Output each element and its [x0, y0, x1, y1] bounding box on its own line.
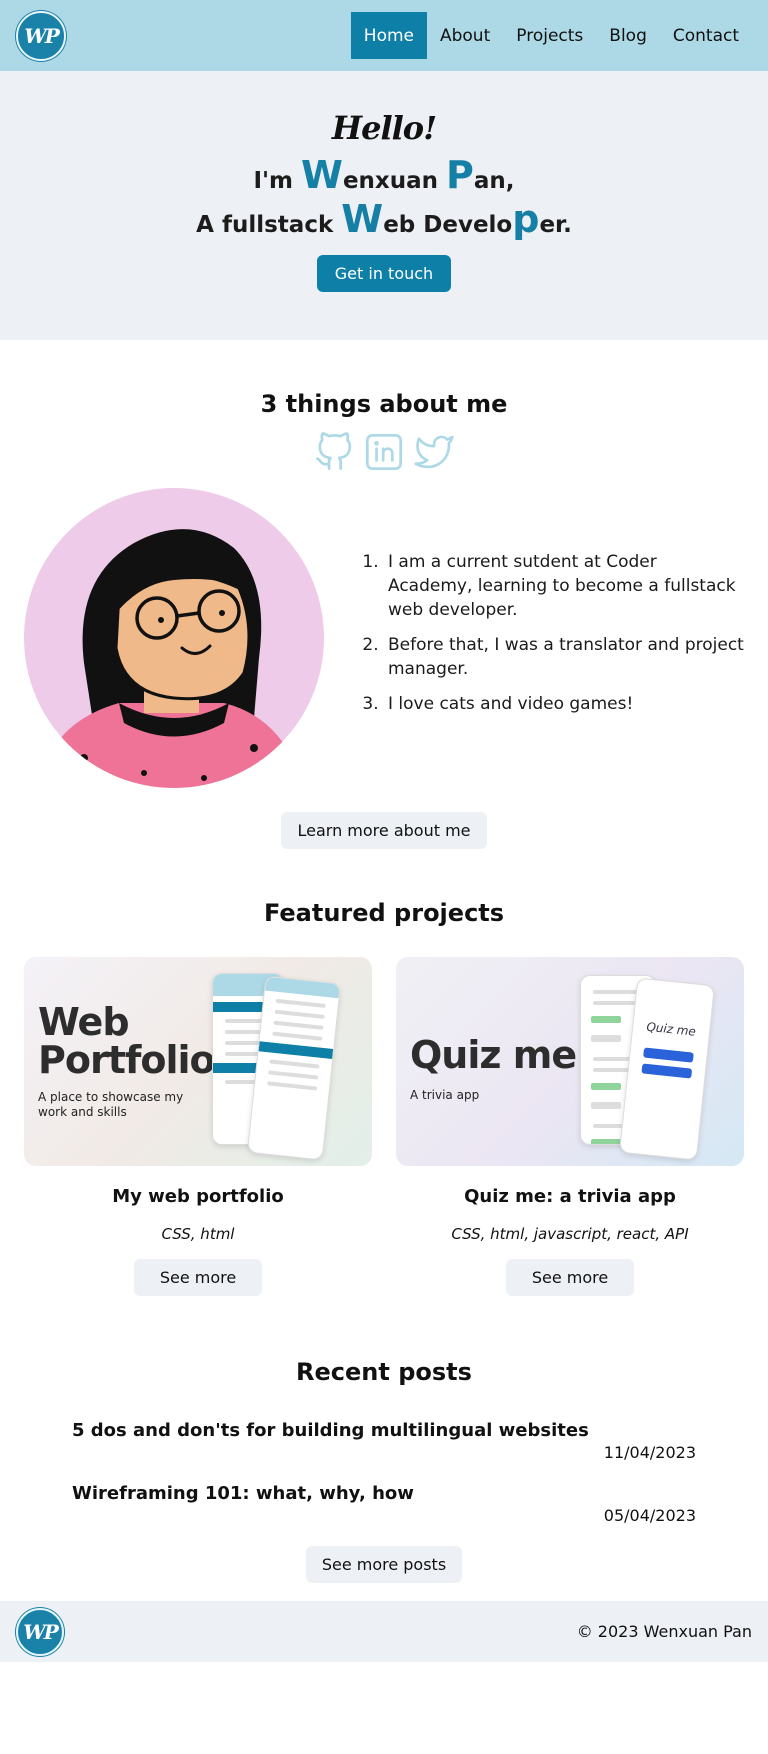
project-thumbnail[interactable]: Quiz me A trivia app Quiz me — [396, 957, 744, 1166]
hero-text: A fullstack — [196, 212, 342, 238]
thumbnail-subtitle: A trivia app — [410, 1088, 480, 1102]
hero-highlight-letter: P — [446, 153, 474, 197]
post-date: 05/04/2023 — [603, 1506, 696, 1525]
phone-title: Quiz me — [645, 1019, 697, 1039]
hero-text: enxuan — [342, 168, 447, 194]
post-item[interactable]: 5 dos and don'ts for building multilingu… — [72, 1420, 696, 1462]
fact-item: Before that, I was a translator and proj… — [384, 633, 744, 681]
avatar-illustration — [39, 529, 304, 788]
about-section: 3 things about me 1. I am a current sutd… — [0, 390, 768, 849]
post-item[interactable]: Wireframing 101: what, why, how 05/04/20… — [72, 1483, 696, 1525]
thumbnail-title: Quiz me — [410, 1033, 577, 1077]
fact-item: I am a current sutdent at Coder Academy,… — [384, 550, 744, 622]
projects-title: Featured projects — [263, 899, 505, 927]
thumbnail-title: Web — [38, 1000, 130, 1044]
github-icon[interactable] — [314, 432, 354, 472]
posts-title: Recent posts — [296, 1358, 472, 1386]
hero-text: an, — [473, 168, 515, 194]
hero-highlight-letter: W — [341, 197, 384, 241]
nav-link-blog[interactable]: Blog — [596, 12, 660, 59]
posts-section: Recent posts 5 dos and don'ts for buildi… — [0, 1358, 768, 1583]
posts-list: 5 dos and don'ts for building multilingu… — [0, 1420, 768, 1525]
post-title[interactable]: 5 dos and don'ts for building multilingu… — [72, 1420, 696, 1441]
hero-text: eb Develo — [383, 212, 513, 238]
hero-highlight-letter: W — [301, 153, 343, 197]
see-more-posts-button[interactable]: See more posts — [305, 1546, 463, 1583]
hero-role-line: A fullstack Web Developer. — [0, 197, 768, 241]
learn-more-button[interactable]: Learn more about me — [281, 812, 487, 849]
nav-link-contact[interactable]: Contact — [660, 12, 752, 59]
project-thumbnail[interactable]: Web Portfolio A place to showcase my wor… — [24, 957, 372, 1166]
linkedin-icon[interactable] — [364, 432, 404, 472]
projects-section: Featured projects Web Portfolio A place … — [0, 899, 768, 1296]
get-in-touch-button[interactable]: Get in touch — [316, 255, 452, 292]
about-content: I am a current sutdent at Coder Academy,… — [0, 488, 768, 788]
fact-item: I love cats and video games! — [384, 692, 744, 716]
hero-text: I'm — [253, 168, 302, 194]
see-more-button[interactable]: See more — [506, 1259, 634, 1296]
project-tags: CSS, html — [161, 1225, 235, 1243]
thumbnail-subtitle: A place to showcase my work and skills — [38, 1090, 184, 1119]
logo[interactable]: WP — [16, 10, 66, 61]
project-tags: CSS, html, javascript, react, API — [451, 1225, 689, 1243]
hero-greeting: Hello! — [331, 109, 437, 147]
footer: WP © 2023 Wenxuan Pan — [0, 1601, 768, 1662]
project-name: Quiz me: a trivia app — [464, 1186, 676, 1207]
twitter-icon[interactable] — [414, 432, 454, 472]
facts-list: I am a current sutdent at Coder Academy,… — [360, 550, 744, 727]
about-title: 3 things about me — [260, 390, 508, 418]
project-name: My web portfolio — [112, 1186, 284, 1207]
hero-text: er. — [539, 212, 572, 238]
footer-logo[interactable]: WP — [16, 1607, 64, 1656]
thumbnail-title: Portfolio — [38, 1038, 216, 1082]
project-card: Quiz me A trivia app Quiz me Quiz me: a … — [396, 957, 744, 1296]
nav-links: Home About Projects Blog Contact — [350, 12, 752, 59]
hero-section: Hello! I'm Wenxuan Pan, A fullstack Web … — [0, 71, 768, 340]
nav-link-home[interactable]: Home — [350, 12, 427, 59]
projects-grid: Web Portfolio A place to showcase my wor… — [0, 957, 768, 1296]
social-links — [0, 432, 768, 472]
hero-highlight-letter: p — [512, 197, 540, 241]
nav-link-projects[interactable]: Projects — [503, 12, 596, 59]
hero-intro-line: I'm Wenxuan Pan, — [0, 153, 768, 197]
navbar: WP Home About Projects Blog Contact — [0, 0, 768, 71]
nav-link-about[interactable]: About — [427, 12, 503, 59]
post-title[interactable]: Wireframing 101: what, why, how — [72, 1483, 696, 1504]
see-more-button[interactable]: See more — [134, 1259, 262, 1296]
copyright: © 2023 Wenxuan Pan — [576, 1622, 752, 1641]
post-date: 11/04/2023 — [603, 1443, 696, 1462]
avatar — [24, 488, 324, 788]
project-card: Web Portfolio A place to showcase my wor… — [24, 957, 372, 1296]
